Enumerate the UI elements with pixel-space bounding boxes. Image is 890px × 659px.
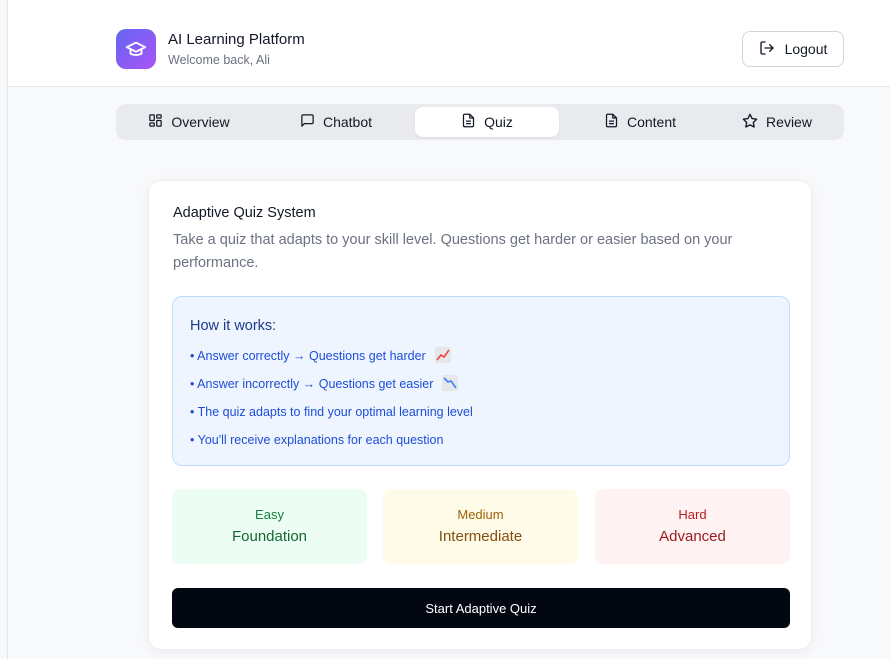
start-quiz-label: Start Adaptive Quiz (425, 600, 537, 616)
level-difficulty: Medium (457, 507, 504, 522)
chart-decreasing-icon (442, 375, 459, 391)
list-item: • You'll receive explanations for each q… (190, 433, 444, 447)
card-title: Adaptive Quiz System (173, 205, 316, 221)
logout-label: Logout (784, 41, 828, 57)
tab-label: Quiz (484, 114, 513, 130)
level-difficulty: Easy (255, 507, 284, 522)
level-difficulty: Hard (678, 507, 707, 522)
how-it-works-title: How it works: (190, 318, 277, 334)
tab-label: Overview (171, 114, 230, 130)
level-medium: Medium Intermediate (383, 489, 578, 564)
how-it-works-box: How it works: • Answer correctly → Quest… (172, 296, 790, 466)
tab-label: Content (626, 114, 677, 130)
tab-review[interactable]: Review (708, 107, 846, 137)
quiz-card: Adaptive Quiz System Take a quiz that ad… (148, 180, 812, 650)
grid-icon (148, 113, 163, 131)
level-name: Advanced (659, 528, 726, 545)
graduation-cap-icon (116, 29, 156, 69)
list-item: • Answer correctly → Questions get harde… (190, 347, 473, 375)
logout-button[interactable]: Logout (742, 31, 844, 67)
list-item: • The quiz adapts to find your optimal l… (190, 405, 473, 419)
app-frame: AI Learning Platform Welcome back, Ali L… (7, 0, 890, 659)
card-description: Take a quiz that adapts to your skill le… (173, 232, 733, 271)
tab-chatbot[interactable]: Chatbot (265, 107, 407, 137)
tab-quiz[interactable]: Quiz (415, 107, 559, 137)
level-easy: Easy Foundation (172, 489, 367, 564)
start-quiz-button[interactable]: Start Adaptive Quiz (172, 588, 790, 628)
chat-bubble-icon (300, 113, 315, 131)
chart-increasing-icon (434, 347, 451, 363)
tab-bar: Overview Chatbot Quiz Content Review (116, 104, 844, 140)
logout-icon (759, 40, 775, 59)
app-header: AI Learning Platform Welcome back, Ali L… (8, 0, 890, 87)
tab-content[interactable]: Content (566, 107, 714, 137)
document-icon (604, 113, 619, 131)
how-it-works-list: • Answer correctly → Questions get harde… (190, 347, 473, 459)
star-icon (742, 113, 758, 132)
level-hard: Hard Advanced (595, 489, 790, 564)
welcome-text: Welcome back, Ali (168, 53, 270, 67)
document-icon (461, 113, 476, 131)
tab-label: Review (766, 114, 812, 130)
level-name: Intermediate (438, 528, 523, 545)
tab-overview[interactable]: Overview (120, 107, 258, 137)
list-item: • Answer incorrectly → Questions get eas… (190, 375, 473, 403)
level-name: Foundation (231, 528, 308, 545)
tab-label: Chatbot (322, 114, 373, 130)
app-title: AI Learning Platform (168, 31, 305, 48)
